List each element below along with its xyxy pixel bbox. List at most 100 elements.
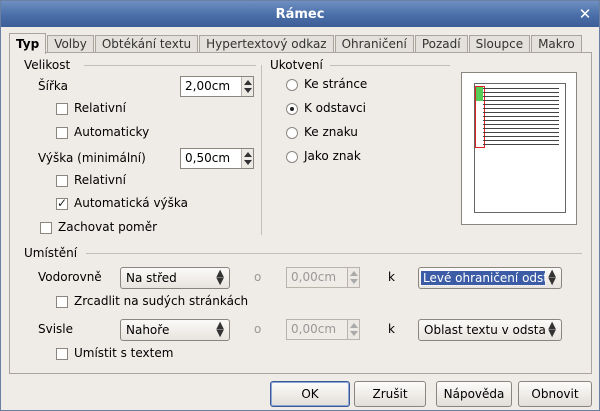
preview-text-line bbox=[483, 104, 559, 105]
v-to-select[interactable]: Oblast textu v odsta ▲ ▼ bbox=[418, 319, 562, 341]
help-button[interactable]: Nápověda bbox=[436, 381, 512, 407]
v-to-value: Oblast textu v odsta bbox=[424, 323, 546, 337]
preview-text-line bbox=[483, 116, 559, 117]
width-label: Šířka bbox=[38, 79, 68, 93]
height-value: 0,50cm bbox=[185, 151, 231, 165]
tab-macro[interactable]: Makro bbox=[531, 35, 582, 53]
ok-button[interactable]: OK bbox=[270, 381, 350, 407]
preview-text-line bbox=[483, 112, 559, 113]
tab-borders[interactable]: Ohraničení bbox=[334, 35, 414, 53]
width-auto-label: Automaticky bbox=[74, 125, 150, 139]
group-separator bbox=[261, 65, 262, 235]
width-value: 2,00cm bbox=[185, 79, 231, 93]
tab-bar: Typ Volby Obtékání textu Hypertextový od… bbox=[9, 33, 583, 54]
h-offset-arrows[interactable] bbox=[347, 268, 359, 287]
mirror-checkbox[interactable] bbox=[56, 296, 68, 308]
height-auto-checkbox[interactable] bbox=[56, 196, 68, 210]
anchor-as-char-label: Jako znak bbox=[304, 149, 361, 163]
h-by-label: o bbox=[254, 270, 262, 284]
anchor-page-label: Ke stránce bbox=[304, 77, 368, 91]
mirror-label: Zrcadlit na sudých stránkách bbox=[74, 294, 249, 308]
follow-text-checkbox[interactable] bbox=[56, 348, 68, 360]
h-to-select[interactable]: Levé ohraničení odst ▲ ▼ bbox=[418, 267, 562, 289]
preview-text-line bbox=[483, 128, 559, 129]
spin-down-icon[interactable] bbox=[244, 88, 252, 93]
height-relative-checkbox[interactable] bbox=[56, 175, 68, 187]
cancel-button[interactable]: Zrušit bbox=[354, 381, 426, 407]
updown-arrow-icon: ▲ ▼ bbox=[216, 320, 224, 339]
tab-options[interactable]: Volby bbox=[47, 35, 94, 53]
v-offset-spin[interactable]: 0,00cm bbox=[286, 319, 360, 340]
spin-up-icon[interactable] bbox=[350, 323, 358, 328]
size-group-heading: Velikost bbox=[24, 58, 71, 72]
anchor-divider bbox=[330, 65, 450, 66]
tab-wrap[interactable]: Obtékání textu bbox=[94, 35, 199, 53]
tab-background[interactable]: Pozadí bbox=[414, 35, 468, 53]
preview-text-line bbox=[483, 92, 559, 93]
h-offset-spin[interactable]: 0,00cm bbox=[286, 267, 360, 288]
anchor-page-radio[interactable] bbox=[286, 79, 298, 91]
preview-text-line bbox=[483, 88, 559, 89]
width-relative-label: Relativní bbox=[74, 101, 126, 115]
preview-text-line bbox=[483, 108, 559, 109]
tab-hyperlink[interactable]: Hypertextový odkaz bbox=[199, 35, 334, 53]
spin-down-icon[interactable] bbox=[350, 279, 358, 284]
follow-text-label: Umístit s textem bbox=[74, 346, 174, 360]
preview-text-line bbox=[483, 120, 559, 121]
tab-columns[interactable]: Sloupce bbox=[468, 35, 531, 53]
keep-ratio-label: Zachovat poměr bbox=[58, 220, 158, 234]
position-divider bbox=[86, 253, 582, 254]
size-divider bbox=[84, 65, 256, 66]
spin-up-icon[interactable] bbox=[350, 271, 358, 276]
anchor-group-heading: Ukotvení bbox=[270, 58, 323, 72]
preview-text-line bbox=[483, 140, 559, 141]
preview-text-line bbox=[483, 96, 559, 97]
title-bar: Rámec ✕ bbox=[1, 1, 599, 27]
frame-dialog: Rámec ✕ Typ Volby Obtékání textu Hyperte… bbox=[0, 0, 600, 411]
height-auto-label: Automatická výška bbox=[74, 196, 188, 210]
anchor-char-radio[interactable] bbox=[286, 127, 298, 139]
width-spin-arrows[interactable] bbox=[241, 77, 253, 96]
height-relative-label: Relativní bbox=[74, 173, 126, 187]
keep-ratio-checkbox[interactable] bbox=[40, 222, 52, 234]
height-label: Výška (minimální) bbox=[38, 151, 146, 165]
vertical-select[interactable]: Nahoře ▲ ▼ bbox=[120, 319, 230, 341]
position-group-heading: Umístění bbox=[24, 246, 78, 260]
anchor-paragraph-label: K odstavci bbox=[304, 101, 366, 115]
spin-up-icon[interactable] bbox=[244, 152, 252, 157]
preview-text-line bbox=[483, 144, 559, 145]
anchor-char-label: Ke znaku bbox=[304, 125, 358, 139]
spin-down-icon[interactable] bbox=[244, 160, 252, 165]
anchor-as-char-radio[interactable] bbox=[286, 151, 298, 163]
v-by-label: o bbox=[254, 322, 262, 336]
width-auto-checkbox[interactable] bbox=[56, 127, 68, 139]
spin-down-icon[interactable] bbox=[350, 331, 358, 336]
horizontal-label: Vodorovně bbox=[38, 270, 102, 284]
spin-up-icon[interactable] bbox=[244, 80, 252, 85]
updown-arrow-icon: ▲ ▼ bbox=[548, 268, 556, 287]
preview-text-line bbox=[483, 136, 559, 137]
position-preview bbox=[461, 72, 577, 225]
preview-page bbox=[474, 83, 566, 213]
horizontal-select[interactable]: Na střed ▲ ▼ bbox=[120, 267, 230, 289]
window-title: Rámec bbox=[275, 6, 325, 22]
preview-text-line bbox=[483, 132, 559, 133]
height-spin[interactable]: 0,50cm bbox=[180, 148, 254, 169]
reset-button[interactable]: Obnovit bbox=[518, 381, 592, 407]
updown-arrow-icon: ▲ ▼ bbox=[548, 320, 556, 339]
v-offset-value: 0,00cm bbox=[291, 322, 337, 336]
close-icon[interactable]: ✕ bbox=[575, 4, 595, 24]
height-spin-arrows[interactable] bbox=[241, 149, 253, 168]
tab-type[interactable]: Typ bbox=[9, 33, 47, 54]
updown-arrow-icon: ▲ ▼ bbox=[216, 268, 224, 287]
horizontal-value: Na střed bbox=[126, 271, 177, 285]
v-offset-arrows[interactable] bbox=[347, 320, 359, 339]
vertical-label: Svisle bbox=[38, 322, 74, 336]
preview-frame bbox=[476, 87, 483, 101]
v-to-label: k bbox=[388, 322, 395, 336]
width-spin[interactable]: 2,00cm bbox=[180, 76, 254, 97]
vertical-value: Nahoře bbox=[126, 323, 170, 337]
h-to-label: k bbox=[388, 270, 395, 284]
width-relative-checkbox[interactable] bbox=[56, 103, 68, 115]
anchor-paragraph-radio[interactable] bbox=[286, 103, 298, 115]
